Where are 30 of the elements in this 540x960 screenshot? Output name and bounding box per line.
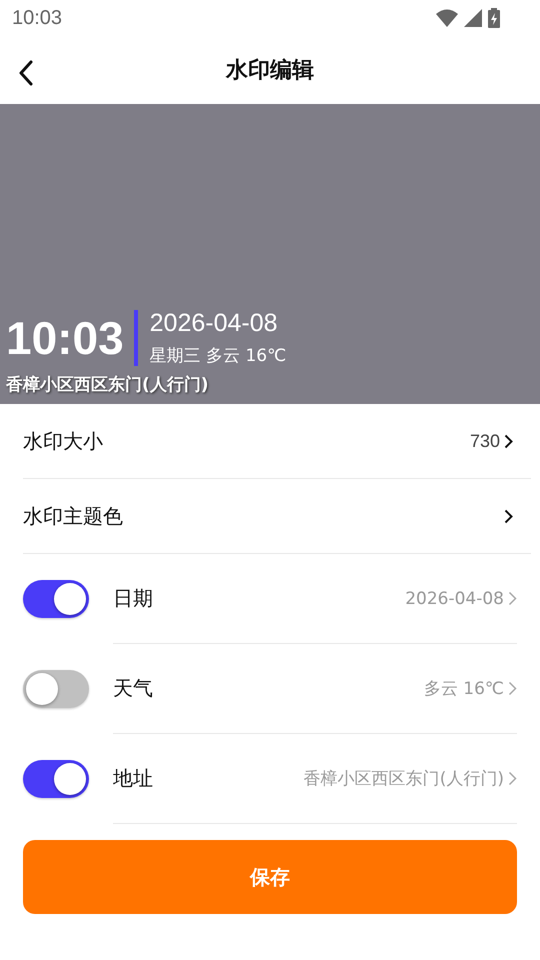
toggle-switch[interactable] — [23, 670, 89, 708]
setting-label: 水印主题色 — [23, 502, 123, 530]
toggle-value: 2026-04-08 — [405, 588, 504, 608]
setting-row[interactable]: 水印大小 730 — [23, 404, 531, 479]
setting-value: 730 — [470, 430, 500, 452]
chevron-icon — [508, 771, 517, 786]
toggle-switch[interactable] — [23, 580, 89, 618]
chevron-icon — [504, 434, 513, 448]
watermark-weather: 星期三 多云 16℃ — [150, 345, 286, 367]
toggle-label: 日期 — [113, 585, 153, 612]
setting-label: 水印大小 — [23, 428, 103, 454]
watermark-date: 2026-04-08 — [150, 309, 279, 338]
page-title: 水印编辑 — [226, 57, 314, 85]
status-time: 10:03 — [12, 6, 62, 30]
back-icon — [18, 60, 34, 86]
toggle-value: 多云 16℃ — [424, 678, 504, 700]
signal-icon — [464, 9, 482, 27]
watermark-address: 香樟小区西区东门(人行门) — [6, 374, 210, 396]
battery-icon — [488, 8, 500, 28]
watermark-time: 10:03 — [6, 311, 124, 365]
toggle-label: 地址 — [113, 765, 153, 792]
toggle-switch[interactable] — [23, 760, 89, 798]
wifi-icon — [436, 9, 458, 27]
chevron-icon — [508, 681, 517, 696]
accent-bar — [134, 310, 138, 366]
setting-row[interactable]: 水印主题色 — [23, 479, 531, 554]
toggle-value: 香樟小区西区东门(人行门) — [304, 768, 504, 790]
chevron-icon — [504, 508, 513, 524]
toggle-label: 天气 — [113, 675, 153, 702]
chevron-icon — [508, 591, 517, 606]
